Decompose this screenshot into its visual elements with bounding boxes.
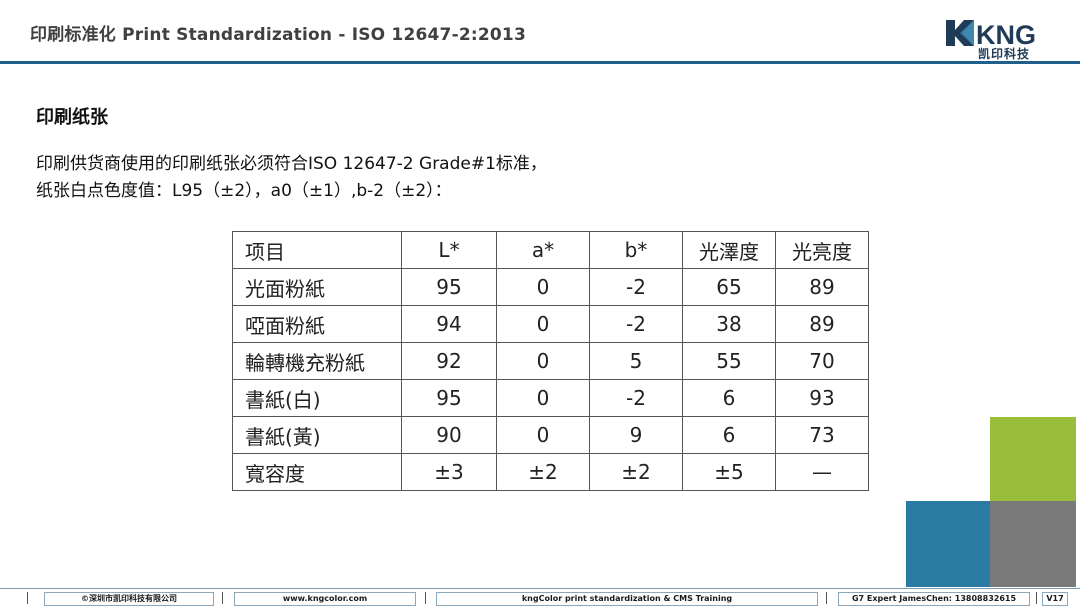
table-cell: 光面粉紙	[232, 268, 402, 306]
table-cell: 書紙(白)	[232, 379, 402, 417]
table-cell: 0	[496, 305, 590, 343]
logo-wordmark: KNG	[976, 20, 1036, 46]
table-row: 輪轉機充粉紙 92 0 5 55 70	[232, 342, 869, 380]
table-cell: ±5	[682, 453, 776, 491]
header-cell-b: b*	[589, 231, 683, 269]
footer-separator	[27, 592, 28, 604]
header-cell-gloss: 光澤度	[682, 231, 776, 269]
table-cell: 89	[775, 268, 869, 306]
table-cell: 65	[682, 268, 776, 306]
logo-subtext: 凯印科技	[978, 47, 1031, 61]
table-cell: 5	[589, 342, 683, 380]
table-row: 光面粉紙 95 0 -2 65 89	[232, 268, 869, 306]
header-cell-item: 项目	[232, 231, 402, 269]
paper-spec-table: 项目 L* a* b* 光澤度 光亮度 光面粉紙 95 0 -2 65 89 啞…	[232, 231, 869, 491]
table-cell: ±2	[496, 453, 590, 491]
table-cell: 寬容度	[232, 453, 402, 491]
header-divider	[0, 61, 1080, 64]
table-cell: -2	[589, 379, 683, 417]
table-cell: 啞面粉紙	[232, 305, 402, 343]
table-cell: 6	[682, 379, 776, 417]
table-row: 寬容度 ±3 ±2 ±2 ±5 —	[232, 453, 869, 491]
table-cell: 95	[401, 268, 497, 306]
table-cell: —	[775, 453, 869, 491]
footer-website-link[interactable]: www.kngcolor.com	[234, 592, 416, 606]
body-line-2: 纸张白点色度值：L95（±2），a0（±1）,b-2（±2）：	[36, 181, 452, 201]
decor-gray-square	[990, 501, 1076, 587]
decor-blue-square	[906, 501, 990, 587]
table-cell: 89	[775, 305, 869, 343]
table-header-row: 项目 L* a* b* 光澤度 光亮度	[232, 231, 869, 269]
table-row: 書紙(黃) 90 0 9 6 73	[232, 416, 869, 454]
table-row: 書紙(白) 95 0 -2 6 93	[232, 379, 869, 417]
table-cell: 9	[589, 416, 683, 454]
header-cell-brightness: 光亮度	[775, 231, 869, 269]
decor-green-square	[990, 417, 1076, 501]
body-text: 印刷供货商使用的印刷纸张必须符合ISO 12647-2 Grade#1标准， 纸…	[36, 151, 547, 205]
table-cell: 95	[401, 379, 497, 417]
slide-title: 印刷标准化 Print Standardization - ISO 12647-…	[30, 25, 526, 45]
footer-version: V17	[1042, 592, 1068, 606]
table-cell: 92	[401, 342, 497, 380]
table-cell: 73	[775, 416, 869, 454]
table-cell: ±3	[401, 453, 497, 491]
table-cell: 0	[496, 416, 590, 454]
table-cell: -2	[589, 268, 683, 306]
footer-divider	[0, 588, 1080, 589]
table-cell: 0	[496, 268, 590, 306]
table-cell: 93	[775, 379, 869, 417]
footer-bar: ©深圳市凯印科技有限公司 www.kngcolor.com kngColor p…	[0, 588, 1080, 610]
kng-logo: KNG 凯印科技	[946, 20, 1056, 64]
kng-logo-icon: KNG	[946, 20, 1036, 46]
table-cell: 0	[496, 342, 590, 380]
footer-separator	[1036, 592, 1037, 604]
header-cell-l: L*	[401, 231, 497, 269]
header-cell-a: a*	[496, 231, 590, 269]
footer-separator	[826, 592, 827, 604]
footer-separator	[222, 592, 223, 604]
table-cell: 90	[401, 416, 497, 454]
table-cell: 0	[496, 379, 590, 417]
table-row: 啞面粉紙 94 0 -2 38 89	[232, 305, 869, 343]
body-line-1: 印刷供货商使用的印刷纸张必须符合ISO 12647-2 Grade#1标准，	[36, 154, 547, 174]
table-cell: 55	[682, 342, 776, 380]
table-cell: 94	[401, 305, 497, 343]
table-cell: 6	[682, 416, 776, 454]
footer-company: ©深圳市凯印科技有限公司	[44, 592, 214, 606]
footer-training: kngColor print standardization & CMS Tra…	[436, 592, 818, 606]
footer-expert: G7 Expert JamesChen: 13808832615	[838, 592, 1030, 606]
table-cell: 38	[682, 305, 776, 343]
table-cell: ±2	[589, 453, 683, 491]
table-cell: 輪轉機充粉紙	[232, 342, 402, 380]
footer-separator	[425, 592, 426, 604]
table-cell: 70	[775, 342, 869, 380]
table-cell: -2	[589, 305, 683, 343]
table-cell: 書紙(黃)	[232, 416, 402, 454]
section-heading: 印刷纸张	[36, 107, 108, 128]
